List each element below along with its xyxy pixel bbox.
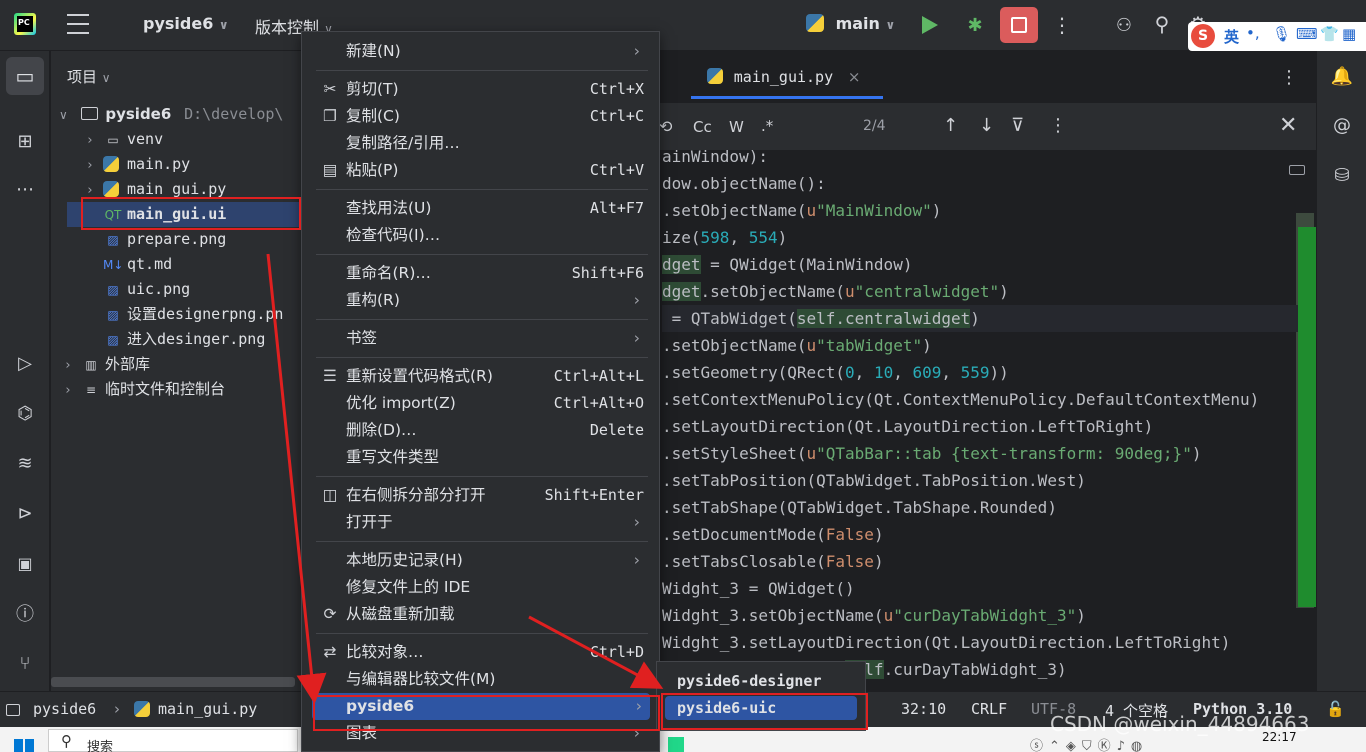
watermark: CSDN @weixin_44894663 — [1050, 712, 1310, 736]
ide-window: PC pyside6 ∨ 版本控制 ∨ main ∨ ✱ ⋮ ⚇ ⚲ ⚙ — [0, 0, 1366, 752]
arrow-to-submenu — [528, 615, 664, 689]
annotation-arrows — [266, 253, 664, 704]
arrow-to-menu — [266, 253, 327, 704]
